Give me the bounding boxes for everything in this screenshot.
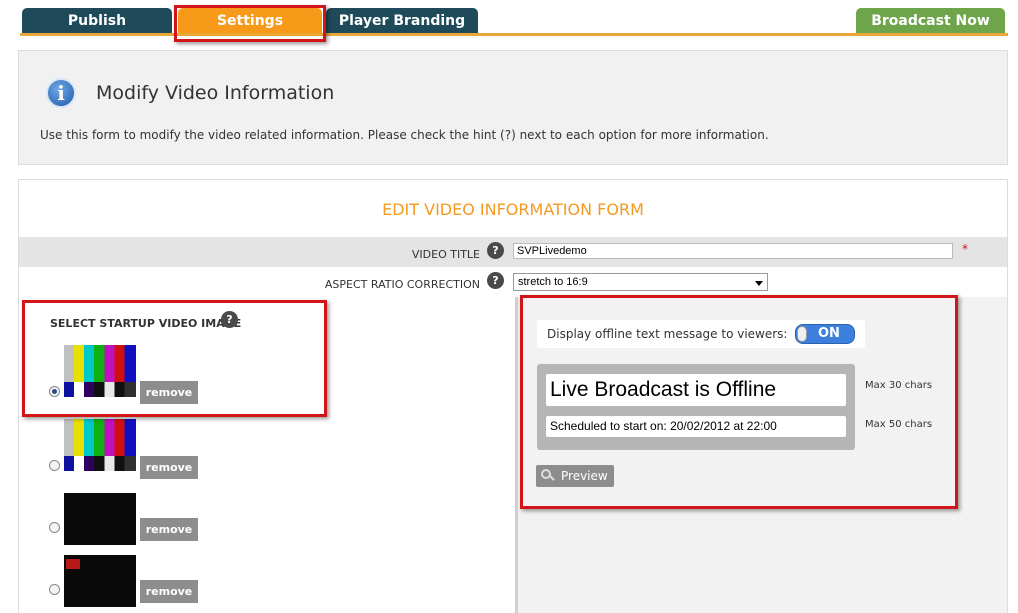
- tab-underline: [20, 33, 1008, 36]
- info-panel: i Modify Video Information Use this form…: [18, 50, 1008, 165]
- remove-button-4[interactable]: remove: [140, 580, 198, 603]
- page-title: Modify Video Information: [96, 82, 335, 104]
- remove-button-3[interactable]: remove: [140, 518, 198, 541]
- info-icon: i: [46, 78, 76, 108]
- highlight-offline-message: [520, 295, 958, 509]
- video-title-input[interactable]: SVPLivedemo: [513, 243, 953, 259]
- aspect-ratio-select[interactable]: stretch to 16:9: [513, 273, 768, 291]
- aspect-ratio-label: ASPECT RATIO CORRECTION: [324, 278, 480, 291]
- startup-radio-4[interactable]: [49, 584, 60, 595]
- tab-broadcast-now[interactable]: Broadcast Now: [856, 8, 1005, 34]
- tab-player-branding[interactable]: Player Branding: [326, 8, 478, 34]
- remove-button-2[interactable]: remove: [140, 456, 198, 479]
- video-title-label: VIDEO TITLE: [411, 248, 480, 261]
- aspect-ratio-value: stretch to 16:9: [518, 276, 588, 288]
- startup-radio-2[interactable]: [49, 460, 60, 471]
- form-header: EDIT VIDEO INFORMATION FORM: [19, 180, 1007, 237]
- thumb-red-logo: [66, 559, 80, 569]
- required-marker: *: [962, 242, 968, 256]
- thumb-bars-bottom: [64, 456, 136, 471]
- video-title-row: VIDEO TITLE ? SVPLivedemo *: [19, 237, 1007, 267]
- aspect-ratio-row: ASPECT RATIO CORRECTION ? stretch to 16:…: [19, 267, 1007, 297]
- tab-bar: Publish Settings Player Branding Broadca…: [0, 0, 1018, 36]
- highlight-settings-tab: [174, 5, 326, 42]
- startup-thumb-3[interactable]: [64, 493, 136, 545]
- tab-publish[interactable]: Publish: [22, 8, 172, 34]
- aspect-ratio-help-icon[interactable]: ?: [487, 272, 504, 289]
- form-title: EDIT VIDEO INFORMATION FORM: [382, 200, 644, 219]
- startup-thumb-2[interactable]: [64, 419, 136, 471]
- highlight-startup-image: [22, 300, 327, 417]
- startup-thumb-4[interactable]: [64, 555, 136, 607]
- startup-radio-3[interactable]: [49, 522, 60, 533]
- video-title-help-icon[interactable]: ?: [487, 242, 504, 259]
- chevron-down-icon: [755, 281, 763, 286]
- page-description: Use this form to modify the video relate…: [40, 128, 769, 142]
